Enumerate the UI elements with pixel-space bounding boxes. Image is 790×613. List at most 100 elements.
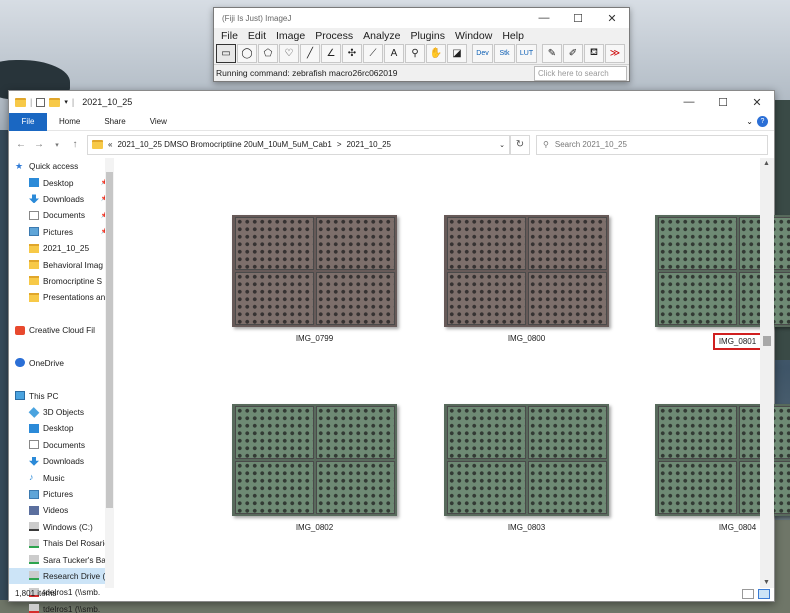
nav-item[interactable]: Research Drive (I [9, 567, 114, 585]
nav-item[interactable]: This PC [9, 387, 114, 403]
nav-item[interactable]: Documents📌 [9, 207, 114, 223]
hand-tool-icon[interactable]: ✋ [426, 44, 446, 63]
close-button[interactable]: ✕ [740, 92, 774, 112]
menu-plugins[interactable]: Plugins [406, 30, 450, 42]
up-arrow-icon[interactable]: ↑ [69, 139, 81, 150]
image-thumbnail-tile[interactable]: IMG_0802 [232, 404, 397, 533]
nav-item[interactable]: Desktop📌 [9, 174, 114, 190]
image-thumbnail-tile[interactable]: IMG_0803 [444, 404, 609, 533]
recent-locations-icon[interactable]: ▾ [51, 141, 63, 149]
scroll-up-icon[interactable]: ▲ [763, 160, 770, 167]
image-filename[interactable]: IMG_0799 [292, 333, 337, 344]
close-button[interactable]: ✕ [595, 8, 629, 28]
image-thumbnail[interactable] [232, 215, 397, 327]
menu-edit[interactable]: Edit [243, 30, 271, 42]
breadcrumb-separator[interactable]: > [337, 140, 342, 149]
switch-toolset-icon[interactable]: ≫ [605, 44, 625, 63]
nav-item[interactable]: Bromocriptine S [9, 273, 114, 289]
flood-fill-tool-icon[interactable]: ⛾ [584, 44, 604, 63]
nav-item[interactable]: tdelros1 (\\smb. [9, 601, 114, 613]
nav-scrollbar[interactable] [105, 158, 114, 588]
multipoint-tool-icon[interactable]: ✣ [342, 44, 362, 63]
forward-arrow-icon[interactable]: → [33, 139, 45, 150]
text-tool-icon[interactable]: A [384, 44, 404, 63]
image-thumbnail[interactable] [444, 215, 609, 327]
nav-item[interactable]: Pictures [9, 486, 114, 502]
menu-window[interactable]: Window [450, 30, 497, 42]
menu-image[interactable]: Image [271, 30, 310, 42]
details-view-button[interactable] [742, 588, 754, 599]
nav-item[interactable]: Desktop [9, 420, 114, 436]
address-bar[interactable]: « 2021_10_25 DMSO Bromocriptiine 20uM_10… [87, 134, 510, 155]
content-scrollbar-thumb[interactable] [763, 336, 771, 346]
image-filename[interactable]: IMG_0804 [715, 522, 760, 533]
address-overflow[interactable]: « [108, 140, 112, 149]
breadcrumb-current[interactable]: 2021_10_25 [346, 140, 494, 149]
nav-item[interactable]: Windows (C:) [9, 519, 114, 535]
breadcrumb-parent[interactable]: 2021_10_25 DMSO Bromocriptiine 20uM_10uM… [117, 140, 331, 149]
imagej-titlebar[interactable]: (Fiji Is Just) ImageJ — ☐ ✕ [214, 8, 629, 28]
nav-item[interactable]: Documents [9, 437, 114, 453]
file-explorer-window[interactable]: | ▾ | 2021_10_25 — ☐ ✕ File Home Share V… [8, 90, 790, 613]
nav-item[interactable]: ★ Quick access [9, 158, 114, 174]
line-tool-icon[interactable]: ╱ [300, 44, 320, 63]
minimize-button[interactable]: — [527, 8, 561, 28]
explorer-titlebar[interactable]: | ▾ | 2021_10_25 — ☐ ✕ [9, 91, 774, 113]
maximize-button[interactable]: ☐ [706, 92, 740, 112]
image-thumbnail[interactable] [444, 404, 609, 516]
menu-process[interactable]: Process [310, 30, 358, 42]
tab-file[interactable]: File [9, 112, 47, 131]
nav-item[interactable]: Downloads📌 [9, 191, 114, 207]
back-arrow-icon[interactable]: ← [15, 139, 27, 150]
wand-tool-icon[interactable]: ⟋ [363, 44, 383, 63]
nav-item[interactable]: 2021_10_25 [9, 240, 114, 256]
image-filename[interactable]: IMG_0801 [712, 333, 763, 350]
tab-home[interactable]: Home [47, 117, 92, 126]
nav-item[interactable]: Pictures📌 [9, 224, 114, 240]
nav-scrollbar-thumb[interactable] [106, 172, 113, 508]
nav-item[interactable]: Videos [9, 502, 114, 518]
menu-file[interactable]: File [216, 30, 243, 42]
imagej-search-input[interactable]: Click here to search [534, 65, 627, 81]
maximize-button[interactable]: ☐ [561, 8, 595, 28]
color-picker-tool-icon[interactable]: ◪ [447, 44, 467, 63]
menu-help[interactable]: Help [497, 30, 529, 42]
expand-ribbon-icon[interactable]: ⌄ [746, 117, 753, 126]
new-folder-icon[interactable] [49, 97, 61, 107]
address-dropdown-icon[interactable]: ⌄ [499, 141, 505, 149]
menu-analyze[interactable]: Analyze [358, 30, 405, 42]
nav-item[interactable]: Behavioral Imag [9, 256, 114, 272]
nav-item[interactable]: 3D Objects [9, 404, 114, 420]
polygon-tool-icon[interactable]: ⬠ [258, 44, 278, 63]
magnifier-tool-icon[interactable]: ⚲ [405, 44, 425, 63]
image-filename[interactable]: IMG_0803 [504, 522, 549, 533]
dev-tool-icon[interactable]: Dev [472, 44, 493, 63]
freehand-tool-icon[interactable]: ♡ [279, 44, 299, 63]
image-thumbnail-tile[interactable]: IMG_0800 [444, 215, 609, 344]
tab-share[interactable]: Share [92, 117, 137, 126]
properties-icon[interactable] [36, 97, 46, 107]
rectangle-tool-icon[interactable]: ▭ [216, 44, 236, 63]
lut-tool-icon[interactable]: LUT [516, 44, 537, 63]
angle-tool-icon[interactable]: ∠ [321, 44, 341, 63]
brush-tool-icon[interactable]: ✐ [563, 44, 583, 63]
nav-item[interactable]: OneDrive [9, 355, 114, 371]
nav-item[interactable]: ♪ Music [9, 469, 114, 485]
image-thumbnail[interactable] [232, 404, 397, 516]
image-filename[interactable]: IMG_0800 [504, 333, 549, 344]
content-scrollbar[interactable]: ▲ ▼ [760, 158, 774, 588]
image-thumbnail-tile[interactable]: IMG_0799 [232, 215, 397, 344]
search-input[interactable]: ⚲ Search 2021_10_25 [536, 134, 768, 155]
nav-item[interactable]: Thais Del Rosario [9, 535, 114, 551]
scroll-down-icon[interactable]: ▼ [763, 579, 770, 586]
customize-chevron-icon[interactable]: ▾ [64, 98, 68, 106]
nav-item[interactable]: Downloads [9, 453, 114, 469]
large-icons-view-button[interactable] [758, 588, 770, 599]
nav-item[interactable]: Presentations an [9, 289, 114, 305]
nav-item[interactable]: Sara Tucker's Ba [9, 551, 114, 567]
tab-view[interactable]: View [138, 117, 179, 126]
stk-tool-icon[interactable]: Stk [494, 44, 515, 63]
pencil-tool-icon[interactable]: ✎ [542, 44, 562, 63]
nav-item[interactable]: Creative Cloud Fil [9, 322, 114, 338]
help-icon[interactable]: ? [757, 116, 768, 127]
